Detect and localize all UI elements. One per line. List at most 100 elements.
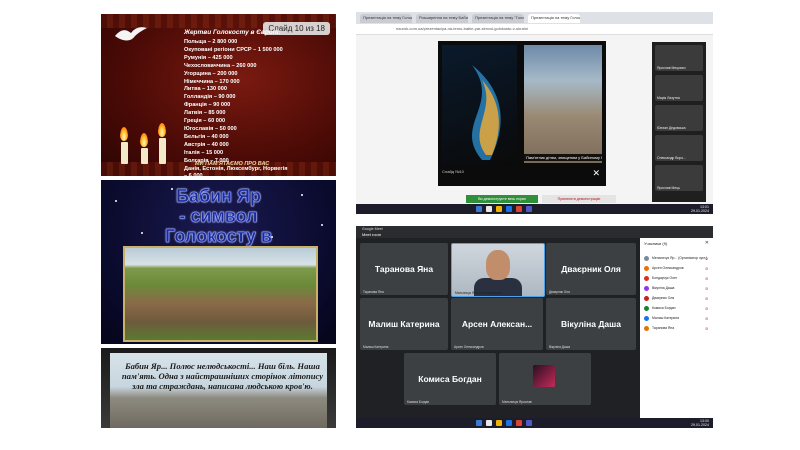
quote-text: Бабин Яр... Полюс нелюдськості... Наш бі… [121, 361, 324, 391]
mic-off-icon: ⊘ [705, 256, 709, 261]
edge-icon[interactable] [506, 206, 512, 212]
teams-icon[interactable] [526, 420, 532, 426]
slide-title: Бабин Яр - символ Голокосту в [101, 186, 336, 247]
speaker-face [486, 250, 510, 280]
room-name: Meet room [362, 232, 382, 237]
panel-title: Учасники (9) [644, 241, 668, 246]
participant-tile[interactable]: Мельничук Ярослав [499, 353, 591, 405]
slide-title: Жертви Голокосту в Європі: [184, 29, 281, 36]
search-icon[interactable] [486, 420, 492, 426]
mic-off-icon: ⊘ [705, 296, 709, 301]
speaker-label: Мельничук Ярослав Вадимович [455, 291, 503, 295]
mic-off-icon: ⊘ [705, 306, 709, 311]
candle [141, 148, 148, 164]
participant-tile[interactable]: Олександр Воро... [655, 135, 703, 161]
folder-icon[interactable] [496, 420, 502, 426]
participant-tile[interactable]: Марія Лазутна [655, 75, 703, 101]
candle [121, 142, 128, 164]
search-icon[interactable] [486, 206, 492, 212]
edge-icon[interactable] [506, 420, 512, 426]
victims-list-item: Чехословаччина – 260 000 [184, 62, 257, 69]
browser-tab[interactable]: Презентація на тему "Голокост [472, 14, 524, 23]
close-icon[interactable]: ✕ [592, 169, 600, 178]
participant-tile[interactable]: Комиса Богдан Комиса Богдан [404, 353, 496, 405]
mic-off-icon: ⊘ [705, 326, 709, 331]
participants-strip: Ярослав Мецович Марія Лазутна Юлиан Дедо… [652, 42, 706, 202]
start-icon[interactable] [476, 206, 482, 212]
participant-row[interactable]: Арсен Олександров ⊘ [644, 266, 710, 273]
victims-list-item: – 6 000 [184, 173, 288, 176]
participant-row[interactable]: Бондарчук Олег ⊘ [644, 276, 710, 283]
victims-list-item: Франція – 90 000 [184, 102, 231, 109]
folder-icon[interactable] [496, 206, 502, 212]
flame [120, 127, 128, 141]
flame [140, 133, 148, 147]
ravine-photo [123, 246, 318, 342]
candle [159, 138, 166, 164]
slide-babyn-yar-symbol: Бабин Яр - символ Голокосту в [101, 180, 336, 344]
mic-off-icon: ⊘ [705, 266, 709, 271]
flame-art-icon [472, 65, 501, 160]
participant-tile[interactable]: Малиш Катерина Малиш Катерина [360, 298, 448, 350]
participant-tile[interactable]: Вікуліна Даша Вікуліна Даша [546, 298, 636, 350]
participant-row[interactable]: Комиса Богдан ⊘ [644, 306, 710, 313]
participant-row[interactable]: Дваєрник Оля ⊘ [644, 296, 710, 303]
clock: 13:01 29.01.2024 [691, 205, 709, 213]
browser-screenshot: Презентація на тему Голокост Розширення … [356, 12, 713, 214]
participant-tile[interactable]: Юлиан Дедовська [655, 105, 703, 131]
monument-photo [524, 45, 602, 163]
meet-screenshot: Google Meet Meet room Таранова Яна Тарано… [356, 226, 713, 428]
slide-number: Слайд №10 [442, 169, 464, 174]
participants-panel: Учасники (9) ✕ Мельничук Яр... (Організа… [640, 238, 713, 422]
app-name: Google Meet [362, 227, 383, 231]
meet-header: Google Meet Meet room [356, 226, 713, 238]
victims-list-item: Бельгія – 40 000 [184, 133, 229, 140]
clock: 13:00 29.01.2024 [691, 419, 709, 427]
participant-row[interactable]: Таранова Яна ⊘ [644, 326, 710, 333]
eternal-flame-image [442, 45, 517, 165]
title-line: Голокосту в [165, 226, 272, 247]
tab-bar: Презентація на тему Голокост Розширення … [356, 12, 713, 24]
title-line: - символ [179, 206, 258, 227]
wallpaper-thumbnail [533, 365, 555, 387]
victims-list-item: Окуповані регіони СРСР – 1 500 000 [184, 46, 283, 53]
victims-list-item: Румунія – 425 000 [184, 54, 233, 61]
victims-list-item: Греція – 60 000 [184, 118, 226, 125]
slide-footer: МИ ПАМ'ЯТАЄМО ПРО ВАС [195, 161, 270, 167]
mic-off-icon: ⊘ [705, 286, 709, 291]
title-line: Бабин Яр [176, 186, 261, 207]
victims-list-item: Югославія – 50 000 [184, 125, 237, 132]
victims-list-item: Латвія – 85 000 [184, 110, 226, 117]
windows-taskbar: 13:01 29.01.2024 [356, 204, 713, 214]
windows-taskbar: 13:00 29.01.2024 [356, 418, 713, 428]
start-icon[interactable] [476, 420, 482, 426]
victims-list-item: Німеччина – 170 000 [184, 78, 240, 85]
participant-tile[interactable]: Дваєрник Оля Дваєрник Оля [546, 243, 636, 295]
chrome-icon[interactable] [516, 206, 522, 212]
browser-tab[interactable]: Презентація на тему Голокост [360, 14, 412, 23]
dove-icon [115, 27, 147, 41]
participant-tile[interactable]: Арсен Алексан... Арсен Олександров [451, 298, 543, 350]
participant-tile[interactable]: Таранова Яна Таранова Яна [360, 243, 448, 295]
browser-tab-active[interactable]: Презентація на тему Голокост [528, 14, 580, 23]
sharing-status: Ви демонструєте весь екран [466, 195, 538, 203]
mic-off-icon: ⊘ [705, 276, 709, 281]
close-icon[interactable]: ✕ [705, 240, 709, 246]
mic-off-icon: ⊘ [705, 316, 709, 321]
participant-tile[interactable]: Ярослав Мець [655, 165, 703, 191]
active-speaker-tile[interactable]: Мельничук Ярослав Вадимович [451, 243, 545, 297]
screen-share-bar: Ви демонструєте весь екран Припинити дем… [466, 195, 616, 203]
participant-row[interactable]: Мельничук Яр... (Організатор зуст.) ⊘ [644, 256, 710, 263]
chrome-icon[interactable] [516, 420, 522, 426]
browser-tab[interactable]: Розширення на тему Бабин [416, 14, 468, 23]
participant-row[interactable]: Вікуліна Даша ⊘ [644, 286, 710, 293]
participant-row[interactable]: Малиш Катерина ⊘ [644, 316, 710, 323]
stop-sharing-button[interactable]: Припинити демонстрацію [542, 195, 616, 203]
teams-icon[interactable] [526, 206, 532, 212]
victims-list-item: Польща – 2 800 000 [184, 39, 238, 45]
address-bar[interactable]: naurok.com.ua/prezentaciya-na-temu-babin… [356, 24, 713, 35]
participant-tile[interactable]: Ярослав Мецович [655, 45, 703, 71]
flame [158, 123, 166, 137]
url-text[interactable]: naurok.com.ua/prezentaciya-na-temu-babin… [396, 26, 528, 31]
victims-list-item: Литва – 130 000 [184, 86, 228, 93]
